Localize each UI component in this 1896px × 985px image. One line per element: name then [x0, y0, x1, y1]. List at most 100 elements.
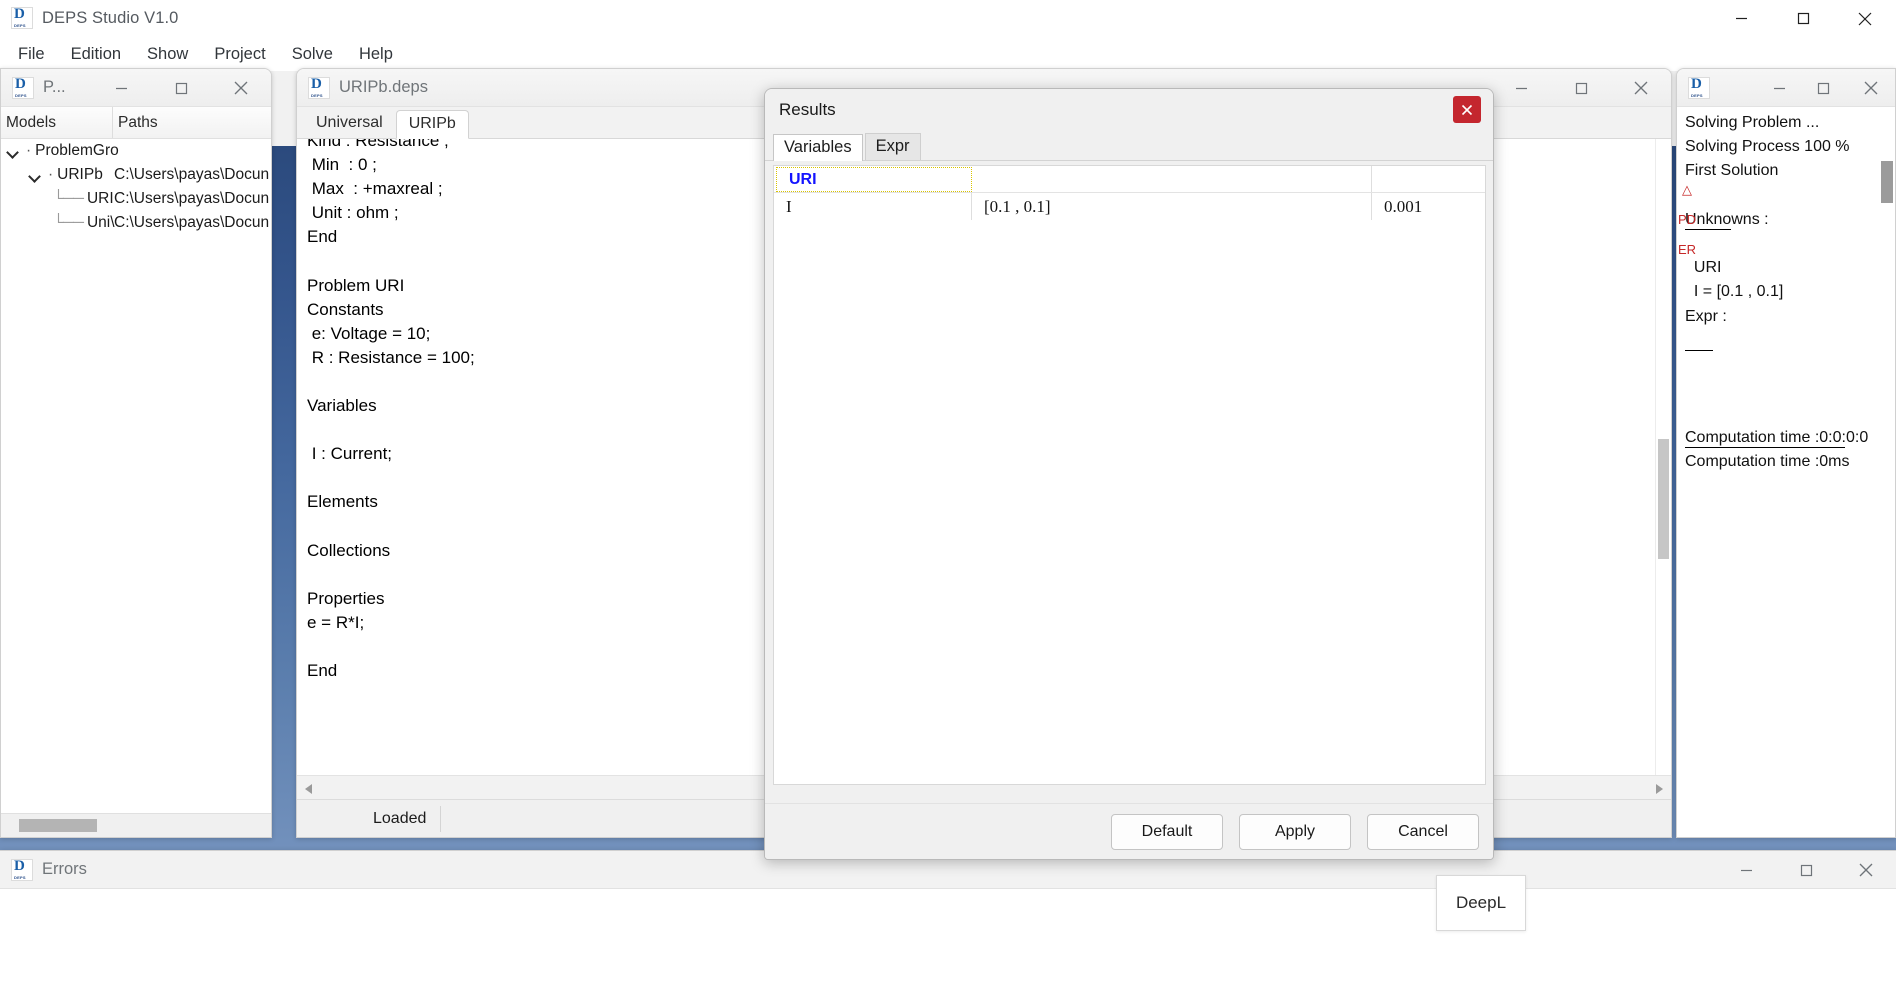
er-label-icon: ER — [1677, 242, 1697, 257]
menu-solve[interactable]: Solve — [279, 41, 346, 68]
cancel-button[interactable]: Cancel — [1367, 813, 1479, 850]
deps-logo-icon — [11, 6, 33, 29]
deps-logo-icon — [12, 76, 34, 99]
status-loaded: Loaded — [359, 805, 442, 832]
cell-variable-precision: 0.001 — [1384, 196, 1423, 216]
close-icon[interactable] — [1847, 69, 1895, 107]
table-row[interactable]: URI — [774, 166, 1485, 193]
maximize-icon[interactable] — [1551, 69, 1611, 107]
table-row[interactable]: I [0.1 , 0.1] 0.001 — [774, 193, 1485, 220]
pdf-icon: △ — [1682, 182, 1692, 197]
errors-window-controls — [1716, 851, 1896, 889]
tree-item-label: ProblemGro — [35, 142, 119, 159]
project-window-titlebar: P... — [1, 69, 271, 107]
close-icon[interactable] — [1834, 0, 1896, 37]
tree-column-models: Models — [1, 107, 113, 138]
minimize-icon[interactable] — [91, 69, 151, 107]
tab-variables[interactable]: Variables — [773, 134, 863, 161]
tree-item-label: Uni\ — [86, 214, 115, 231]
chevron-down-icon[interactable] — [29, 169, 42, 182]
project-window: P... Models Paths · — [0, 68, 272, 838]
menu-project[interactable]: Project — [201, 41, 278, 68]
close-icon[interactable] — [1453, 96, 1481, 123]
errors-window: Errors — [0, 850, 1896, 985]
pd-label-icon: PD — [1677, 212, 1697, 227]
menu-file[interactable]: File — [5, 41, 58, 68]
maximize-icon[interactable] — [1772, 0, 1834, 37]
maximize-icon[interactable] — [1776, 851, 1836, 889]
editor-vertical-scrollbar[interactable] — [1655, 139, 1671, 799]
tree-column-headers: Models Paths — [1, 107, 271, 139]
tree-item-label: URIPb — [57, 166, 103, 183]
maximize-icon[interactable] — [1799, 69, 1847, 107]
close-icon[interactable] — [1611, 69, 1671, 107]
menu-edition[interactable]: Edition — [58, 41, 134, 68]
scroll-left-icon[interactable] — [301, 779, 319, 797]
errors-window-title: Errors — [42, 860, 87, 878]
group-cell-value — [972, 166, 1372, 192]
tab-universal[interactable]: Universal — [303, 109, 396, 138]
maximize-icon[interactable] — [151, 69, 211, 107]
tree-item-uri[interactable]: └── URI C:\Users\payas\Docun — [1, 187, 271, 211]
group-row-remainder — [972, 166, 1485, 192]
results-dialog-title: Results — [779, 100, 836, 119]
scrollbar-thumb[interactable] — [19, 819, 97, 832]
cell-variable-name: I — [774, 193, 972, 220]
tree-column-paths: Paths — [118, 113, 158, 131]
deps-logo-icon — [1688, 76, 1710, 99]
menu-help[interactable]: Help — [346, 41, 406, 68]
app-titlebar: DEPS Studio V1.0 — [0, 0, 1896, 37]
editor-window-controls — [1491, 69, 1671, 107]
tree-item-path: C:\Users\payas\Docun — [114, 190, 270, 207]
menu-show[interactable]: Show — [134, 41, 201, 68]
window-controls — [1710, 0, 1896, 37]
close-icon[interactable] — [211, 69, 271, 107]
project-window-controls — [91, 69, 271, 107]
solver-output-window: Solving Problem ... Solving Process 100 … — [1676, 68, 1896, 838]
results-tabstrip: Variables Expr — [765, 131, 1493, 161]
solver-log-text: Solving Problem ... Solving Process 100 … — [1685, 114, 1869, 470]
minimize-icon[interactable] — [1491, 69, 1551, 107]
app-title: DEPS Studio V1.0 — [42, 8, 179, 27]
scrollbar-thumb[interactable] — [1881, 161, 1893, 203]
deps-logo-icon — [308, 76, 330, 99]
chevron-down-icon[interactable] — [7, 145, 20, 158]
project-window-title: P... — [43, 78, 66, 96]
default-button[interactable]: Default — [1111, 813, 1223, 850]
apply-button[interactable]: Apply — [1239, 813, 1351, 850]
deps-logo-icon — [11, 858, 33, 881]
cell-variable-interval: [0.1 , 0.1] — [972, 193, 1372, 220]
tree-body: · ProblemGro · URIPb C:\Users\payas\Docu… — [1, 139, 271, 837]
editor-window-title: URIPb.deps — [339, 78, 428, 96]
minimize-icon[interactable] — [1716, 851, 1776, 889]
group-cell-precision — [1372, 166, 1485, 192]
solver-log-area[interactable]: Solving Problem ... Solving Process 100 … — [1677, 107, 1895, 837]
tree-horizontal-scrollbar[interactable] — [1, 813, 271, 837]
solver-window-controls — [1759, 69, 1895, 107]
group-name-uri[interactable]: URI — [776, 167, 972, 192]
minimize-icon[interactable] — [1710, 0, 1772, 37]
log-separator — [1685, 447, 1845, 448]
tab-uripb[interactable]: URIPb — [395, 110, 469, 139]
solver-window-titlebar — [1677, 69, 1895, 107]
background-app-icons: △ PD ER — [1676, 175, 1698, 435]
minimize-icon[interactable] — [1759, 69, 1799, 107]
menubar: File Edition Show Project Solve Help — [0, 37, 1896, 71]
solver-vertical-scrollbar[interactable] — [1879, 107, 1895, 837]
deepl-popup[interactable]: DeepL — [1436, 875, 1526, 931]
scrollbar-thumb[interactable] — [1658, 439, 1669, 559]
tree-item-uripb[interactable]: · URIPb C:\Users\payas\Docun — [1, 163, 271, 187]
tree-item-path: C:\Users\payas\Docun — [114, 214, 270, 231]
scroll-right-icon[interactable] — [1649, 779, 1667, 797]
tree-item-label: URI — [86, 190, 114, 207]
screen-root: DEPS Studio V1.0 File Edition Show Proje… — [0, 0, 1896, 985]
close-icon[interactable] — [1836, 851, 1896, 889]
editor-source-code: Kind : Resistance ; Min : 0 ; Max : +max… — [307, 139, 475, 681]
errors-list[interactable] — [0, 889, 1896, 985]
tab-expr[interactable]: Expr — [864, 133, 921, 160]
tree-item-universal[interactable]: └── Uni\ C:\Users\payas\Docun — [1, 211, 271, 235]
results-dialog: Results Variables Expr URI I [0.1 , 0.1] — [764, 88, 1494, 860]
results-dialog-buttons: Default Apply Cancel — [765, 803, 1493, 859]
tree-item-problemgroup[interactable]: · ProblemGro — [1, 139, 271, 163]
results-dialog-titlebar: Results — [765, 89, 1493, 131]
